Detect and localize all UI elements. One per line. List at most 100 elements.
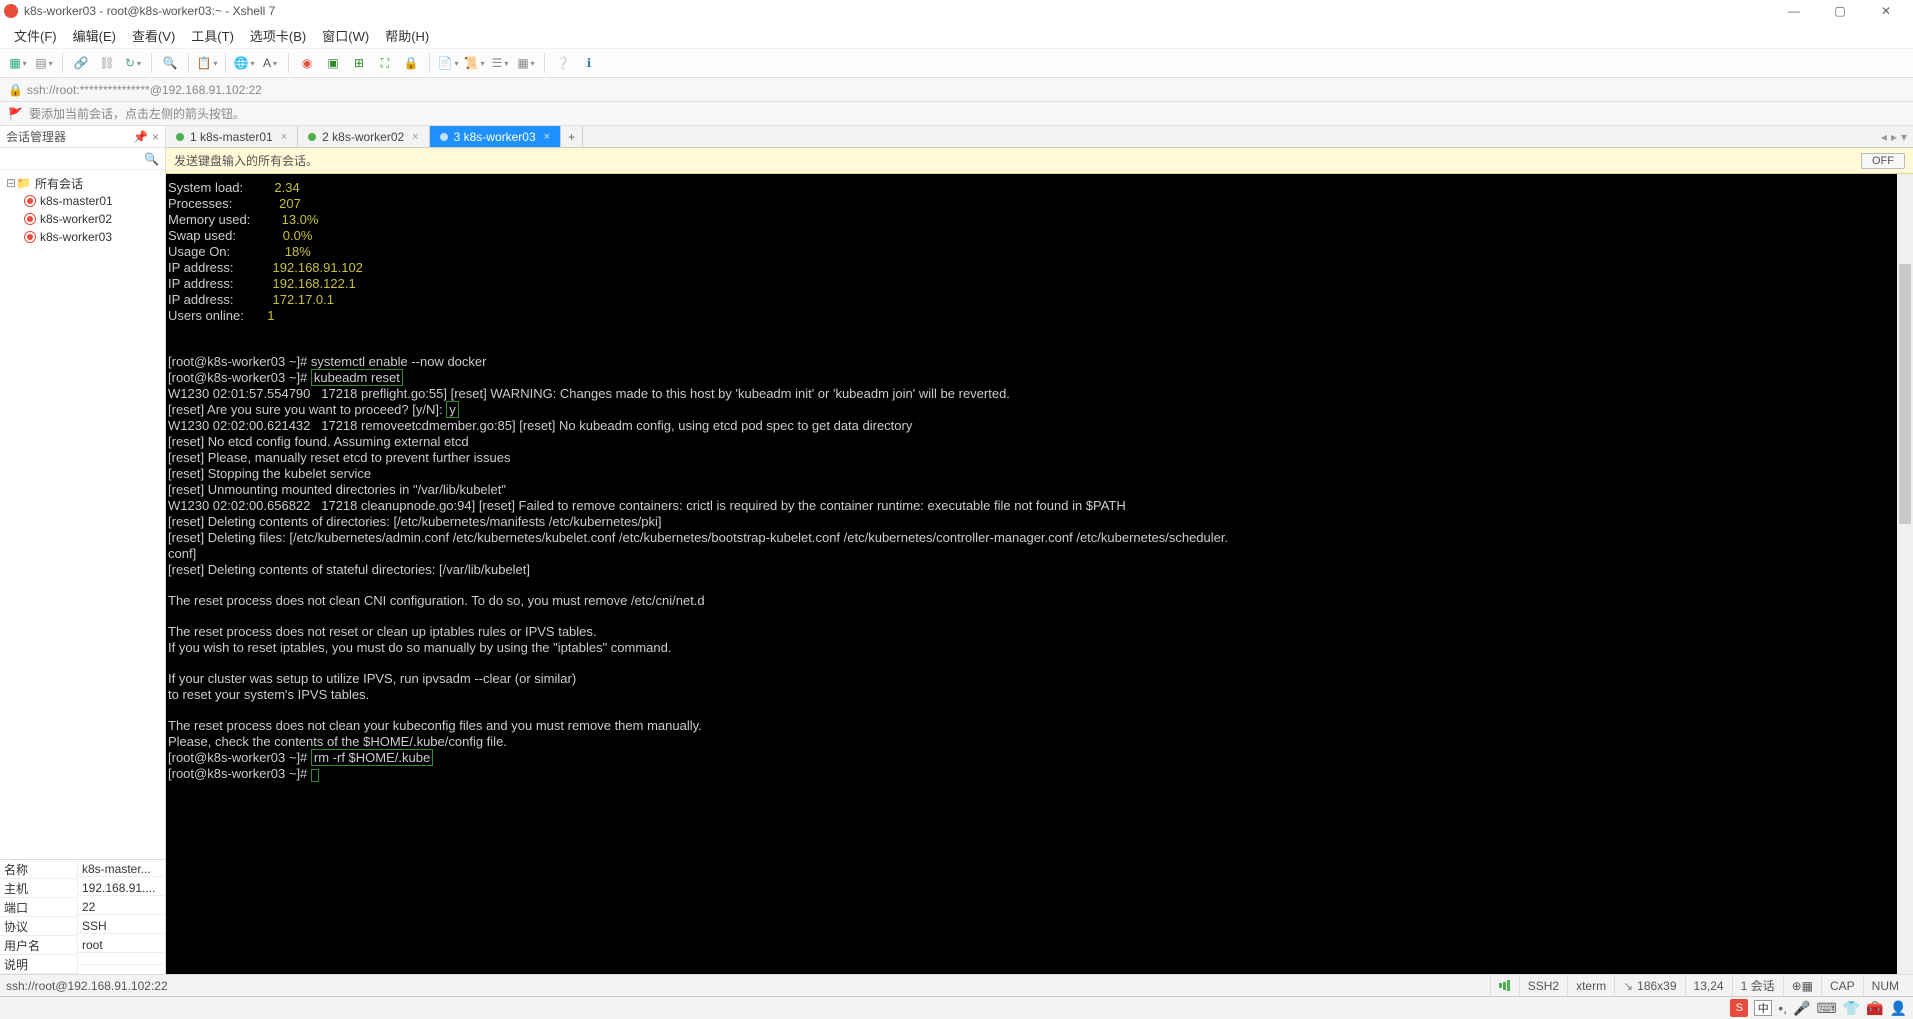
session-icon xyxy=(24,231,36,243)
disconnect-button[interactable]: ⛓ xyxy=(95,51,119,75)
ime-icon[interactable]: S xyxy=(1730,999,1748,1017)
signal-icon xyxy=(1490,975,1519,996)
tree-item[interactable]: k8s-master01 xyxy=(2,192,163,210)
tab-close-icon[interactable]: × xyxy=(281,131,287,143)
ime-keyboard-icon[interactable]: ⌨ xyxy=(1816,1000,1836,1017)
tile-button[interactable]: ⊞ xyxy=(347,51,371,75)
tab-next-icon[interactable]: ▸ xyxy=(1891,130,1897,144)
tree-root[interactable]: ⊟ 📁 所有会话 xyxy=(2,174,163,192)
prop-proto-val: SSH xyxy=(78,919,165,934)
address-text: ssh://root:***************@192.168.91.10… xyxy=(27,83,262,97)
status-ssh: SSH2 xyxy=(1519,975,1567,996)
xftp-button[interactable]: ▣ xyxy=(321,51,345,75)
broadcast-toggle-button[interactable]: OFF xyxy=(1861,153,1905,169)
copy-button[interactable]: 📋▾ xyxy=(195,51,219,75)
status-dot-icon xyxy=(308,133,316,141)
tree-item[interactable]: k8s-worker02 xyxy=(2,210,163,228)
sys-load-label: System load: xyxy=(168,180,243,195)
reconnect-button[interactable]: ↻▾ xyxy=(121,51,145,75)
tab-worker03[interactable]: 3 k8s-worker03× xyxy=(430,126,561,147)
app-logo-icon xyxy=(4,4,18,18)
close-button[interactable]: ✕ xyxy=(1863,0,1909,22)
tile-icon[interactable]: ▦ xyxy=(1802,979,1813,993)
tab-add-button[interactable]: + xyxy=(561,126,583,147)
highlight-button[interactable]: ☰▾ xyxy=(488,51,512,75)
highlighted-cmd: kubeadm reset xyxy=(311,369,403,386)
tab-worker02[interactable]: 2 k8s-worker02× xyxy=(298,126,429,147)
search-button[interactable]: 🔍 xyxy=(158,51,182,75)
menubar: 文件(F) 编辑(E) 查看(V) 工具(T) 选项卡(B) 窗口(W) 帮助(… xyxy=(0,22,1913,48)
ime-tool-icon[interactable]: 🧰 xyxy=(1866,1000,1883,1017)
menu-file[interactable]: 文件(F) xyxy=(10,24,61,47)
connect-button[interactable]: 🔗 xyxy=(69,51,93,75)
menu-tools[interactable]: 工具(T) xyxy=(187,24,238,47)
tree-item-label: k8s-worker03 xyxy=(40,230,112,244)
prop-name-val: k8s-master... xyxy=(78,862,165,877)
prop-user-key: 用户名 xyxy=(0,937,78,955)
terminal-scrollbar[interactable] xyxy=(1897,174,1913,974)
session-properties: 名称k8s-master... 主机192.168.91.... 端口22 协议… xyxy=(0,859,165,974)
status-sessions: 1 会话 xyxy=(1732,975,1783,996)
session-search[interactable]: 🔍 xyxy=(0,148,165,170)
ime-punct-icon[interactable]: •, xyxy=(1778,1000,1787,1016)
term-line: [reset] Deleting files: [/etc/kubernetes… xyxy=(168,530,1228,545)
usage-label: Usage On: xyxy=(168,244,230,259)
globe-button[interactable]: 🌐▾ xyxy=(232,51,256,75)
prop-desc-key: 说明 xyxy=(0,956,78,974)
ime-mic-icon[interactable]: 🎤 xyxy=(1793,1000,1810,1017)
pin-icon[interactable]: 📌 xyxy=(133,130,148,144)
terminal-column: 1 k8s-master01× 2 k8s-worker02× 3 k8s-wo… xyxy=(166,126,1913,974)
tab-close-icon[interactable]: × xyxy=(544,131,550,143)
prop-port-key: 端口 xyxy=(0,899,78,917)
term-line: [root@k8s-worker03 ~]# systemctl enable … xyxy=(168,354,486,369)
about-button[interactable]: ℹ xyxy=(577,51,601,75)
search-icon: 🔍 xyxy=(144,152,159,166)
term-line: conf] xyxy=(168,546,196,561)
font-button[interactable]: A▾ xyxy=(258,51,282,75)
session-icon xyxy=(24,213,36,225)
new-session-button[interactable]: ▦▾ xyxy=(6,51,30,75)
term-line: The reset process does not clean your ku… xyxy=(168,718,702,733)
menu-edit[interactable]: 编辑(E) xyxy=(69,24,120,47)
ime-lang-icon[interactable]: 中 xyxy=(1754,1000,1772,1016)
lock-button[interactable]: 🔒 xyxy=(399,51,423,75)
minimize-button[interactable]: — xyxy=(1771,0,1817,22)
panel-close-icon[interactable]: × xyxy=(152,130,159,144)
address-bar[interactable]: 🔒 ssh://root:***************@192.168.91.… xyxy=(0,78,1913,102)
tree-item-label: k8s-worker02 xyxy=(40,212,112,226)
tab-prev-icon[interactable]: ◂ xyxy=(1881,130,1887,144)
menu-view[interactable]: 查看(V) xyxy=(128,24,179,47)
fullscreen-button[interactable]: ⛶ xyxy=(373,51,397,75)
menu-tabs[interactable]: 选项卡(B) xyxy=(246,24,310,47)
tab-menu-icon[interactable]: ▾ xyxy=(1901,130,1907,144)
ime-user-icon[interactable]: 👤 xyxy=(1890,1000,1907,1017)
ime-skin-icon[interactable]: 👕 xyxy=(1843,1000,1860,1017)
maximize-button[interactable]: ▢ xyxy=(1817,0,1863,22)
term-line: The reset process does not clean CNI con… xyxy=(168,593,705,608)
term-line: The reset process does not reset or clea… xyxy=(168,624,597,639)
hint-text: 要添加当前会话，点击左侧的箭头按钮。 xyxy=(29,105,245,122)
terminal-view[interactable]: System load: 2.34 Processes: 207 Memory … xyxy=(166,174,1913,974)
layout-button[interactable]: ▦▾ xyxy=(514,51,538,75)
prop-host-val: 192.168.91.... xyxy=(78,881,165,896)
fullscreen-icon[interactable]: ⊕ xyxy=(1792,979,1802,993)
menu-window[interactable]: 窗口(W) xyxy=(318,24,373,47)
open-session-button[interactable]: ▤▾ xyxy=(32,51,56,75)
term-line: W1230 02:02:00.621432 17218 removeetcdme… xyxy=(168,418,912,433)
folder-icon: 📁 xyxy=(16,176,31,190)
status-connection: ssh://root@192.168.91.102:22 xyxy=(6,979,168,993)
status-dot-icon xyxy=(440,133,448,141)
users-value: 1 xyxy=(267,308,274,323)
os-taskbar: S 中 •, 🎤 ⌨ 👕 🧰 👤 xyxy=(0,996,1913,1019)
tree-item[interactable]: k8s-worker03 xyxy=(2,228,163,246)
tab-master01[interactable]: 1 k8s-master01× xyxy=(166,126,298,147)
prop-user-val: root xyxy=(78,938,165,953)
script-button[interactable]: 📜▾ xyxy=(462,51,486,75)
help-button[interactable]: ❔ xyxy=(551,51,575,75)
xagent-button[interactable]: ◉ xyxy=(295,51,319,75)
scrollbar-thumb[interactable] xyxy=(1899,264,1911,524)
log-button[interactable]: 📄▾ xyxy=(436,51,460,75)
session-manager-title: 会话管理器 xyxy=(6,128,66,145)
menu-help[interactable]: 帮助(H) xyxy=(381,24,433,47)
tab-close-icon[interactable]: × xyxy=(412,131,418,143)
